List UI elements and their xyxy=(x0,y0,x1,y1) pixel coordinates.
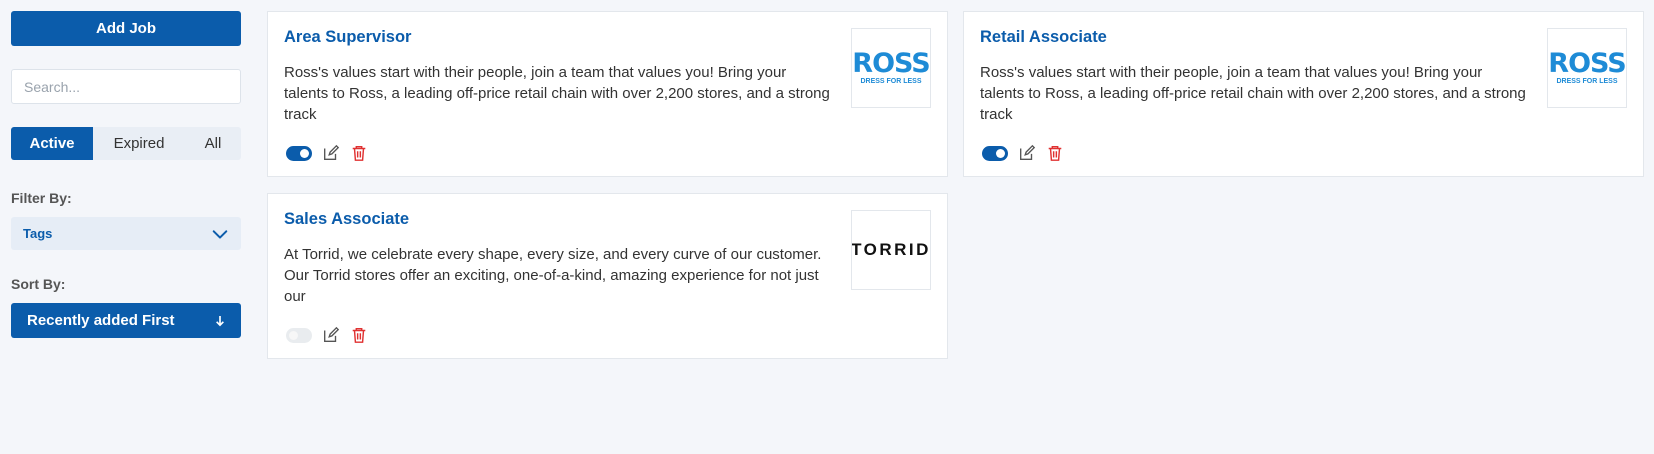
job-card: Retail Associate Ross's values start wit… xyxy=(963,11,1644,177)
logo-tagline: DRESS FOR LESS xyxy=(860,77,922,85)
job-actions xyxy=(286,326,368,344)
sort-value: Recently added First xyxy=(27,312,175,329)
search-input[interactable] xyxy=(11,69,241,104)
active-toggle[interactable] xyxy=(286,327,312,343)
job-actions xyxy=(982,144,1064,162)
tags-dropdown[interactable]: Tags xyxy=(11,217,241,250)
active-toggle[interactable] xyxy=(982,145,1008,161)
job-card: Sales Associate At Torrid, we celebrate … xyxy=(267,193,948,359)
edit-icon[interactable] xyxy=(322,326,340,344)
job-title[interactable]: Sales Associate xyxy=(284,210,409,229)
edit-icon[interactable] xyxy=(1018,144,1036,162)
job-description: Ross's values start with their people, j… xyxy=(980,64,1526,123)
status-filter-tabs: Active Expired All xyxy=(11,127,241,160)
sort-by-label: Sort By: xyxy=(11,276,66,292)
job-title[interactable]: Area Supervisor xyxy=(284,28,411,47)
tab-active[interactable]: Active xyxy=(11,127,93,160)
company-logo: ROSS DRESS FOR LESS xyxy=(851,28,931,108)
trash-icon[interactable] xyxy=(350,144,368,162)
add-job-button[interactable]: Add Job xyxy=(11,11,241,46)
company-logo: TORRID xyxy=(851,210,931,290)
tab-expired[interactable]: Expired xyxy=(93,127,185,160)
sort-dropdown[interactable]: Recently added First xyxy=(11,303,241,338)
logo-tagline: DRESS FOR LESS xyxy=(1556,77,1618,85)
job-description: At Torrid, we celebrate every shape, eve… xyxy=(284,246,822,305)
job-title[interactable]: Retail Associate xyxy=(980,28,1107,47)
trash-icon[interactable] xyxy=(350,326,368,344)
edit-icon[interactable] xyxy=(322,144,340,162)
arrow-down-icon xyxy=(216,315,224,326)
logo-wordmark: ROSS xyxy=(852,47,930,79)
filter-by-label: Filter By: xyxy=(11,190,72,206)
company-logo: ROSS DRESS FOR LESS xyxy=(1547,28,1627,108)
tab-all[interactable]: All xyxy=(185,127,241,160)
active-toggle[interactable] xyxy=(286,145,312,161)
chevron-down-icon xyxy=(212,229,228,239)
job-card: Area Supervisor Ross's values start with… xyxy=(267,11,948,177)
trash-icon[interactable] xyxy=(1046,144,1064,162)
sidebar: Add Job Active Expired All Filter By: Ta… xyxy=(11,11,241,338)
tags-dropdown-label: Tags xyxy=(23,226,53,241)
logo-wordmark: ROSS xyxy=(1548,47,1626,79)
job-description: Ross's values start with their people, j… xyxy=(284,64,830,123)
logo-wordmark: TORRID xyxy=(851,240,931,259)
job-actions xyxy=(286,144,368,162)
